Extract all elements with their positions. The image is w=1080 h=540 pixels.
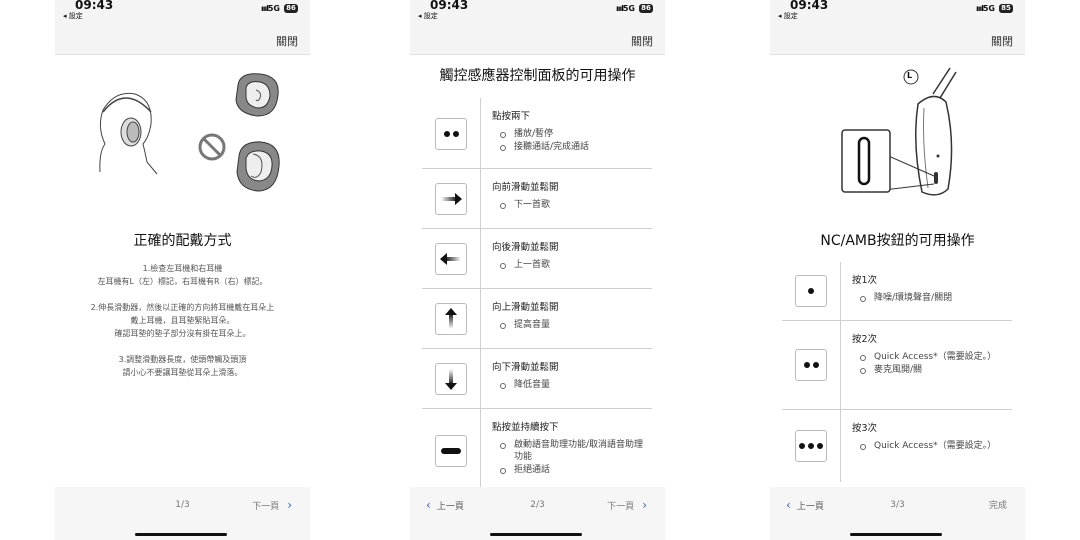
table-row: 按1次 降噪/環境聲音/關閉 — [782, 262, 1012, 321]
status-bar: 09:43 ◂ 設定 ıııl 5G 86 — [410, 0, 665, 24]
swipe-up-icon — [435, 303, 467, 335]
operation-item: Quick Access*（需要設定。） — [852, 351, 1012, 363]
swipe-down-icon — [435, 363, 467, 395]
status-bar: 09:43 ◂ 設定 ıııl 5G 86 — [55, 0, 310, 24]
swipe-forward-icon — [435, 183, 467, 215]
operation-item: 下一首歌 — [492, 199, 652, 211]
operation-label: 點按兩下 — [492, 111, 531, 122]
table-row: 按2次 Quick Access*（需要設定。） 麥克風開/關 — [782, 321, 1012, 410]
battery-icon: 86 — [639, 4, 653, 13]
header: 關閉 — [770, 24, 1025, 55]
operations-table: 點按兩下 播放/暫停 接聽通話/完成通話 向前滑動並鬆開 下一首歌 向後滑動並鬆… — [422, 98, 652, 493]
header: 關閉 — [410, 24, 665, 55]
battery-icon: 85 — [999, 4, 1013, 13]
close-button[interactable]: 關閉 — [631, 33, 653, 49]
operation-item: 啟動語音助理功能/取消語音助理功能 — [492, 439, 652, 463]
wearing-person-illustration — [99, 92, 158, 175]
back-to-settings[interactable]: ◂ 設定 — [778, 11, 798, 21]
next-button[interactable]: 下一頁 › — [607, 498, 647, 512]
next-button[interactable]: 下一頁 › — [252, 498, 292, 512]
chevron-right-icon: › — [287, 498, 292, 512]
operation-item: 上一首歌 — [492, 259, 652, 271]
prohibited-icon — [198, 133, 226, 161]
operation-item: 播放/暫停 — [492, 128, 652, 140]
operation-label: 向上滑動並鬆開 — [492, 302, 559, 313]
operation-label: 向後滑動並鬆開 — [492, 242, 559, 253]
operation-item: 麥克風開/關 — [852, 364, 1012, 376]
table-row: 點按並持續按下 啟動語音助理功能/取消語音助理功能 拒絕通話 — [422, 409, 652, 493]
operation-label: 向下滑動並鬆開 — [492, 362, 559, 373]
network-label: 5G — [982, 4, 995, 13]
table-row: 向前滑動並鬆開 下一首歌 — [422, 169, 652, 229]
double-press-icon — [795, 349, 827, 381]
operations-table: 按1次 降噪/環境聲音/關閉 按2次 Quick Access*（需要設定。） … — [782, 262, 1012, 482]
swipe-back-icon — [435, 243, 467, 275]
home-indicator — [850, 533, 942, 536]
triple-press-icon — [795, 430, 827, 462]
operation-label: 點按並持續按下 — [492, 422, 559, 433]
home-indicator — [490, 533, 582, 536]
table-row: 按3次 Quick Access*（需要設定。） — [782, 410, 1012, 482]
single-press-icon — [795, 275, 827, 307]
earpad-correct-illustration — [235, 73, 279, 117]
instructions: 1.檢查左耳機和右耳機 左耳機有L（左）標記，右耳機有R（右）標記。 2.伸長滑… — [65, 262, 300, 392]
page-title: 正確的配戴方式 — [133, 233, 232, 249]
nc-amb-button-illustration — [841, 67, 957, 196]
tap-hold-icon — [435, 435, 467, 467]
screen-wearing-guide: 09:43 ◂ 設定 ıııl 5G 86 關閉 正確的配戴方式 1.檢查左耳機… — [55, 0, 310, 540]
close-button[interactable]: 關閉 — [276, 33, 298, 49]
operation-label: 按1次 — [852, 275, 878, 286]
done-button[interactable]: 完成 — [989, 498, 1007, 511]
back-to-settings[interactable]: ◂ 設定 — [418, 11, 438, 21]
page-title: 觸控感應器控制面板的可用操作 — [439, 68, 636, 84]
operation-item: 拒絕通話 — [492, 464, 652, 476]
table-row: 點按兩下 播放/暫停 接聽通話/完成通話 — [422, 98, 652, 169]
table-row: 向後滑動並鬆開 上一首歌 — [422, 229, 652, 289]
table-row: 向下滑動並鬆開 降低音量 — [422, 349, 652, 409]
operation-label: 按2次 — [852, 334, 878, 345]
instruction-step-2: 2.伸長滑動器，然後以正確的方向將耳機戴在耳朵上 戴上耳機，且耳墊緊貼耳朵。 確… — [90, 303, 275, 338]
operation-item: 提高音量 — [492, 319, 652, 331]
screen-nc-amb-operations: 09:43 ◂ 設定 ıııl 5G 85 關閉 L NC/AMB按鈕的可用操作… — [770, 0, 1025, 540]
operation-item: 接聽通話/完成通話 — [492, 141, 652, 153]
status-bar: 09:43 ◂ 設定 ıııl 5G 85 — [770, 0, 1025, 24]
close-button[interactable]: 關閉 — [991, 33, 1013, 49]
operation-item: Quick Access*（需要設定。） — [852, 440, 1012, 452]
double-tap-icon — [435, 118, 467, 150]
page-title: NC/AMB按鈕的可用操作 — [820, 233, 975, 249]
battery-icon: 86 — [284, 4, 298, 13]
instruction-step-3: 3.調整滑動器長度，使頭帶觸及頭頂 請小心不要讓耳墊從耳朵上滑落。 — [118, 355, 247, 377]
earpad-incorrect-illustration — [236, 141, 280, 192]
operation-label: 按3次 — [852, 423, 878, 434]
chevron-right-icon: › — [642, 498, 647, 512]
operation-item: 降低音量 — [492, 379, 652, 391]
screen-touch-panel-operations: 09:43 ◂ 設定 ıııl 5G 86 關閉 觸控感應器控制面板的可用操作 … — [410, 0, 665, 540]
next-label: 下一頁 — [607, 502, 635, 512]
table-row: 向上滑動並鬆開 提高音量 — [422, 289, 652, 349]
instruction-step-1: 1.檢查左耳機和右耳機 左耳機有L（左）標記，右耳機有R（右）標記。 — [97, 264, 268, 286]
network-label: 5G — [267, 4, 280, 13]
page-indicator: 3/3 — [890, 500, 905, 510]
back-to-settings[interactable]: ◂ 設定 — [63, 11, 83, 21]
home-indicator — [135, 533, 227, 536]
header: 關閉 — [55, 24, 310, 55]
operation-item: 降噪/環境聲音/關閉 — [852, 292, 1012, 304]
operation-label: 向前滑動並鬆開 — [492, 182, 559, 193]
left-label: L — [907, 71, 913, 80]
network-label: 5G — [622, 4, 635, 13]
next-label: 下一頁 — [252, 502, 280, 512]
